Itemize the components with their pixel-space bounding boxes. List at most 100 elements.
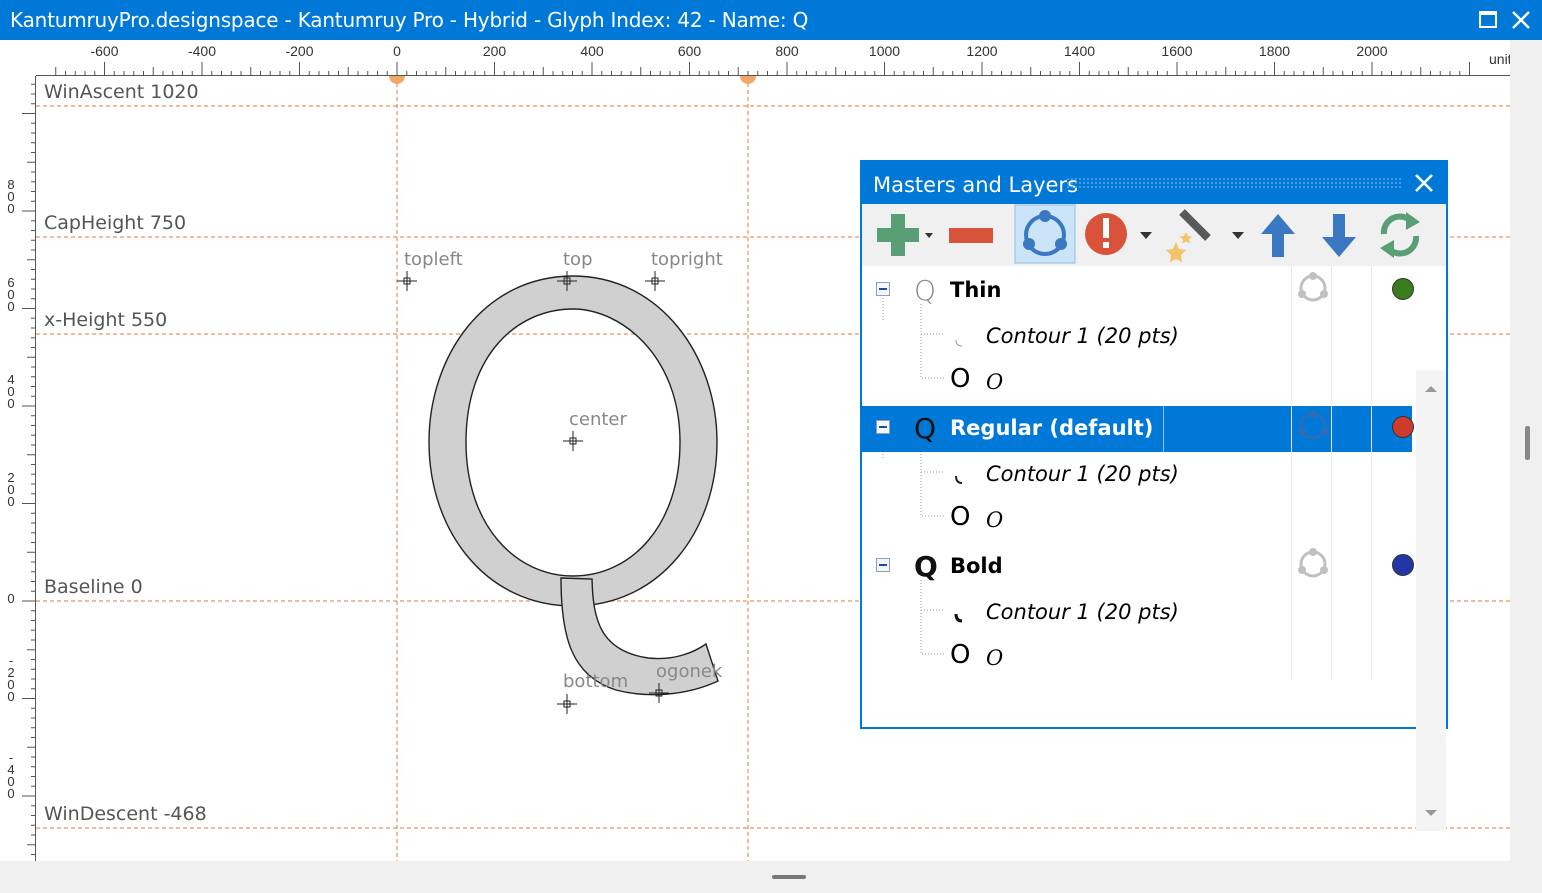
- ruler-label-vertical: -200: [7, 652, 15, 704]
- layer-row-component[interactable]: O O: [862, 496, 1412, 542]
- contour-label: Contour 1 (20 pts): [986, 600, 1179, 624]
- anchor-topright-label: topright: [651, 249, 723, 270]
- magic-wand-button[interactable]: [1164, 204, 1246, 264]
- ruler-label: 600: [677, 43, 702, 59]
- master-glyph-preview: Q: [914, 274, 937, 307]
- dropdown-arrow-icon: [1232, 232, 1244, 239]
- remove-layer-button[interactable]: [946, 204, 994, 264]
- master-glyph-preview: Q: [914, 412, 937, 445]
- scroll-arrows: [1425, 386, 1437, 816]
- component-name: O: [986, 646, 1004, 670]
- collapse-toggle[interactable]: [876, 420, 890, 434]
- anchor-topright-marker[interactable]: [645, 271, 665, 291]
- vertical-ruler[interactable]: 800 600 400 200 0 -200 -400: [0, 76, 36, 861]
- ruler-label: -400: [187, 43, 217, 59]
- collapse-toggle[interactable]: [876, 558, 890, 572]
- component-glyph-preview: O: [950, 364, 971, 394]
- ruler-label: 1200: [966, 43, 998, 59]
- move-down-icon: [1322, 214, 1356, 257]
- master-name: Thin: [950, 278, 1002, 302]
- ruler-label: 400: [580, 43, 604, 59]
- panel-toolbar: [862, 204, 1446, 266]
- windescent-label: WinDescent -468: [44, 803, 207, 825]
- anchor-bottom-label: bottom: [563, 671, 629, 692]
- warnings-button[interactable]: [1082, 204, 1154, 264]
- component-name: O: [986, 370, 1004, 394]
- ruler-label-vertical: 200: [7, 469, 15, 509]
- contour-label: Contour 1 (20 pts): [986, 462, 1179, 486]
- dropdown-arrow-icon: [1140, 232, 1152, 239]
- column-separator: [1291, 266, 1292, 680]
- scroll-down-icon: [1425, 810, 1437, 816]
- master-layer-icon[interactable]: [1296, 547, 1330, 581]
- anchor-center-label: center: [569, 409, 627, 430]
- anchor-top-label: top: [563, 249, 593, 270]
- column-separator: [1331, 266, 1332, 680]
- ruler-label: 1600: [1161, 43, 1193, 59]
- layer-row-contour[interactable]: Contour 1 (20 pts): [862, 590, 1412, 636]
- layer-row-component[interactable]: O O: [862, 634, 1412, 680]
- layer-row-contour[interactable]: Contour 1 (20 pts): [862, 314, 1412, 360]
- anchor-topleft-label: topleft: [404, 249, 463, 270]
- ruler-label: -200: [285, 43, 314, 59]
- layers-tree: Q Thin Contour 1 (20 pts) O O Q Regular …: [862, 266, 1446, 831]
- add-layer-button[interactable]: [868, 204, 934, 264]
- ruler-label-vertical: -400: [7, 750, 15, 801]
- anchor-bottom-marker[interactable]: [557, 694, 577, 714]
- anchor-topleft-marker[interactable]: [397, 271, 417, 291]
- move-up-icon: [1261, 214, 1295, 257]
- component-name: O: [986, 508, 1004, 532]
- left-sidebearing-handle[interactable]: [389, 76, 405, 84]
- bottom-splitter[interactable]: [0, 861, 1542, 893]
- collapse-toggle[interactable]: [876, 282, 890, 296]
- maximize-icon[interactable]: [1474, 6, 1502, 34]
- master-glyph-preview: Q: [914, 550, 938, 583]
- ruler-label: 1400: [1063, 43, 1096, 59]
- right-sidebearing-handle[interactable]: [740, 76, 756, 84]
- contour-preview-icon: [954, 613, 963, 623]
- component-glyph-preview: O: [950, 502, 971, 532]
- panel-drag-grip[interactable]: [1066, 177, 1402, 189]
- xheight-label: x-Height 550: [44, 309, 168, 331]
- vertical-scroll-thumb[interactable]: [1525, 426, 1530, 460]
- master-color-dot[interactable]: [1392, 554, 1414, 576]
- splitter-grip[interactable]: [772, 875, 806, 879]
- refresh-button[interactable]: [1376, 204, 1424, 264]
- column-separator: [1163, 406, 1164, 452]
- anchor-ogonek-label: ogonek: [656, 661, 723, 682]
- ruler-label-vertical: 400: [7, 372, 15, 411]
- master-name: Bold: [950, 554, 1003, 578]
- right-scroll-area[interactable]: [1510, 40, 1542, 861]
- close-window-icon[interactable]: [1507, 6, 1535, 34]
- panel-header[interactable]: Masters and Layers: [862, 162, 1446, 204]
- tree-scrollbar[interactable]: [1416, 370, 1446, 831]
- master-color-dot[interactable]: [1392, 416, 1414, 438]
- ruler-label: 200: [482, 43, 507, 59]
- master-layer-icon[interactable]: [1296, 409, 1330, 443]
- master-layer-icon[interactable]: [1296, 271, 1330, 305]
- dropdown-arrow-icon: [925, 233, 933, 238]
- ruler-label: 0: [393, 43, 401, 59]
- horizontal-ruler[interactable]: -600 -400 -200 0 200 400 600 800 1000 1200 1400 160…: [36, 40, 1519, 76]
- window-title: KantumruyPro.designspace - Kantumruy Pro…: [10, 8, 809, 32]
- ruler-label-vertical: 0: [7, 591, 15, 606]
- master-color-dot[interactable]: [1392, 278, 1414, 300]
- layer-row-contour[interactable]: Contour 1 (20 pts): [862, 452, 1412, 498]
- ruler-label-vertical: 800: [7, 177, 15, 216]
- winascent-label: WinAscent 1020: [44, 81, 199, 103]
- scroll-up-icon: [1425, 386, 1437, 392]
- panel-close-icon[interactable]: [1412, 171, 1436, 195]
- ruler-label: 1000: [868, 43, 901, 59]
- ruler-label: -600: [90, 43, 119, 59]
- title-bar: KantumruyPro.designspace - Kantumruy Pro…: [0, 0, 1542, 40]
- anchor-center-marker[interactable]: [563, 431, 583, 451]
- ruler-label: 2000: [1356, 43, 1388, 59]
- move-up-button[interactable]: [1258, 204, 1298, 264]
- move-down-button[interactable]: [1319, 204, 1359, 264]
- layer-row-component[interactable]: O O: [862, 358, 1412, 404]
- panel-title: Masters and Layers: [873, 173, 1079, 197]
- master-button[interactable]: [1014, 204, 1076, 264]
- ruler-label-vertical: 600: [7, 274, 15, 314]
- masters-layers-panel: Masters and Layers Q Thin Contour 1 (20 …: [860, 160, 1448, 831]
- ruler-label: 800: [775, 43, 799, 59]
